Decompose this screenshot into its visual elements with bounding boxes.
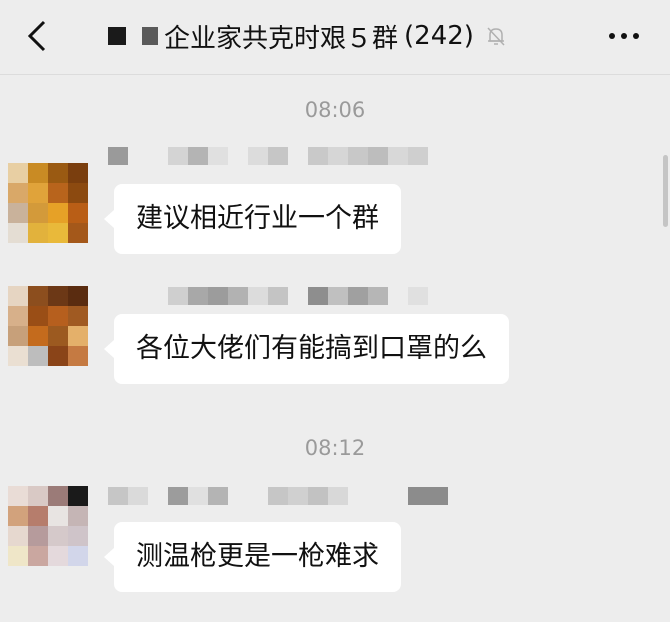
avatar[interactable] <box>8 163 88 243</box>
timestamp: 08:06 <box>304 98 366 122</box>
chat-title-area[interactable]: 企业家共克时艰５群 (242) <box>108 16 508 56</box>
sender-name-blur <box>108 147 428 165</box>
avatar[interactable] <box>8 486 88 566</box>
scrollbar[interactable] <box>663 155 668 227</box>
chat-header: 企业家共克时艰５群 (242) <box>0 0 670 75</box>
title-prefix-blur <box>142 27 158 45</box>
title-prefix-blur <box>108 27 126 45</box>
message-bubble[interactable]: 测温枪更是一枪难求 <box>104 522 401 592</box>
avatar[interactable] <box>8 286 88 366</box>
timestamp: 08:12 <box>304 436 366 460</box>
message-bubble[interactable]: 各位大佬们有能搞到口罩的么 <box>104 314 509 384</box>
sender-name-blur <box>108 487 448 505</box>
chat-title: 企业家共克时艰５群 <box>164 23 399 54</box>
chevron-left-icon[interactable] <box>22 18 52 54</box>
member-count: (242) <box>404 21 474 51</box>
message-bubble[interactable]: 建议相近行业一个群 <box>104 184 401 254</box>
sender-name-blur <box>168 287 428 305</box>
bell-off-icon <box>487 27 505 46</box>
ellipsis-icon[interactable] <box>606 24 642 48</box>
